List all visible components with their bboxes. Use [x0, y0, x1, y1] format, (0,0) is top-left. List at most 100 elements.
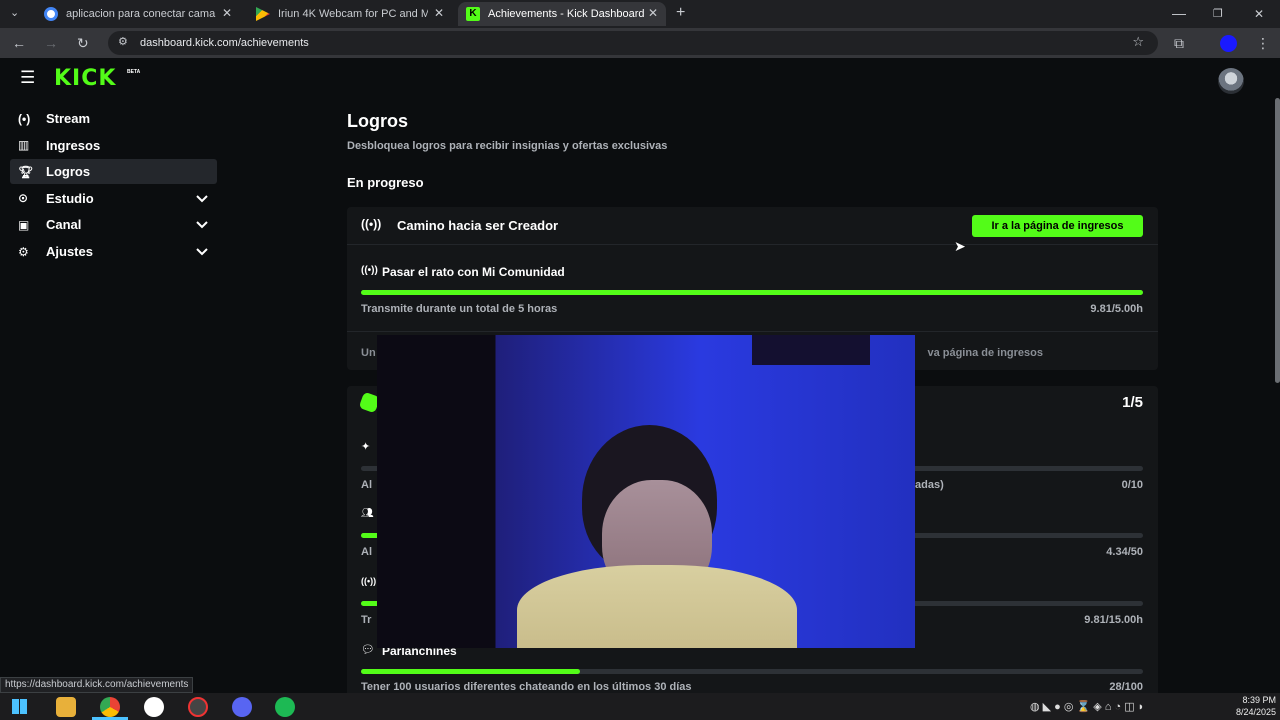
row-value: 28/100	[1109, 681, 1143, 693]
sidebar-item-label: Ajustes	[46, 244, 93, 259]
browser-tab-2[interactable]: Iriun 4K Webcam for PC and Ma ✕	[248, 2, 452, 26]
page-title: Logros	[347, 111, 408, 131]
divider	[347, 331, 1158, 332]
back-icon[interactable]: ←	[12, 34, 26, 52]
sidebar-item-ingresos[interactable]: ▥ Ingresos	[10, 133, 217, 158]
achievement-count: 1/5	[1122, 394, 1143, 411]
sidebar-item-label: Stream	[46, 111, 91, 126]
browser-tab-1[interactable]: aplicacion para conectar camar ✕	[36, 2, 240, 26]
chevron-down-icon[interactable]	[195, 244, 209, 261]
play-store-icon	[256, 7, 270, 21]
row-description: Al	[361, 479, 372, 491]
chat-icon: 💬︎	[361, 644, 375, 656]
close-icon[interactable]: ✕	[222, 6, 232, 20]
row-progress-bar	[361, 669, 1143, 674]
trophy-icon: 🏆︎	[18, 164, 34, 179]
task-description: Transmite durante un total de 5 horas	[361, 303, 558, 315]
new-tab-icon[interactable]: +	[676, 4, 685, 22]
browser-tab-bar: ⌄ aplicacion para conectar camar ✕ Iriun…	[0, 0, 1280, 28]
spotify-icon[interactable]	[275, 697, 295, 717]
bookmark-star-icon[interactable]: ☆	[1132, 34, 1144, 50]
site-info-icon[interactable]: ⚙	[118, 35, 128, 48]
user-avatar[interactable]	[1218, 68, 1244, 94]
window-close-icon[interactable]: ✕	[1254, 5, 1264, 23]
minimize-icon[interactable]: —	[1172, 4, 1186, 22]
tray-icons[interactable]: ◍ ◣ ● ◎ ⌛ ◈ ⌂ ◔ ◫ ◗	[1030, 700, 1144, 713]
beta-badge: BETA	[127, 69, 141, 75]
task-title: Pasar el rato con Mi Comunidad	[382, 265, 565, 279]
browser-tab-3-active[interactable]: K Achievements - Kick Dashboard ✕	[458, 2, 666, 26]
chart-icon: ▥	[18, 138, 30, 153]
taskbar-date[interactable]: 8/24/2025	[1216, 707, 1276, 717]
mouse-cursor-icon: ➤	[954, 238, 966, 254]
discord-icon[interactable]	[232, 697, 252, 717]
users-icon: 👥︎	[361, 508, 374, 519]
taskbar-time[interactable]: 8:39 PM	[1216, 695, 1276, 705]
go-to-income-button[interactable]: Ir a la página de ingresos	[972, 215, 1143, 237]
kick-logo[interactable]: KICK	[54, 66, 116, 91]
restore-icon[interactable]: ❐	[1213, 5, 1223, 23]
studio-icon: ⊙	[18, 191, 29, 206]
page-subtitle: Desbloquea logros para recibir insignias…	[347, 140, 668, 152]
card-title: Camino hacia ser Creador	[397, 218, 559, 233]
google-icon	[44, 7, 58, 21]
sidebar-item-logros[interactable]: 🏆︎ Logros	[10, 159, 217, 185]
url-text: dashboard.kick.com/achievements	[140, 37, 309, 49]
row-value: 0/10	[1121, 479, 1143, 491]
section-title: En progreso	[347, 175, 424, 190]
os-taskbar: ◍ ◣ ● ◎ ⌛ ◈ ⌂ ◔ ◫ ◗ 8:39 PM 8/24/2025	[0, 693, 1280, 720]
sidebar-item-stream[interactable]: (•) Stream	[10, 106, 217, 131]
windows-start-icon[interactable]	[12, 699, 27, 714]
card-footer-right: va página de ingresos	[927, 347, 1043, 359]
tab-title: aplicacion para conectar camar	[66, 8, 216, 20]
webcam-shirt	[517, 565, 797, 648]
file-explorer-icon[interactable]	[56, 697, 76, 717]
reload-icon[interactable]: ↻	[77, 34, 89, 52]
close-icon[interactable]: ✕	[648, 6, 658, 20]
sidebar-item-ajustes[interactable]: ⚙ Ajustes	[10, 239, 217, 264]
gear-icon: ⚙	[18, 244, 29, 259]
clock-app-icon[interactable]	[144, 697, 164, 717]
row-description: Al	[361, 546, 372, 558]
kick-icon: K	[466, 7, 480, 21]
sidebar-item-label: Estudio	[46, 190, 94, 206]
tab-title: Iriun 4K Webcam for PC and Ma	[278, 8, 428, 20]
page-scrollbar[interactable]	[1275, 98, 1280, 383]
broadcast-icon: ((•))	[361, 265, 378, 276]
close-icon[interactable]: ✕	[434, 6, 444, 20]
task-value: 9.81/5.00h	[1090, 303, 1143, 315]
divider	[347, 244, 1158, 245]
status-url-tooltip: https://dashboard.kick.com/achievements	[0, 677, 194, 693]
task-progress-bar	[361, 290, 1143, 295]
sidebar-item-canal[interactable]: ▣ Canal	[10, 212, 217, 237]
broadcast-icon: ((•))	[361, 576, 377, 586]
row-description: Tr	[361, 614, 372, 626]
row-description: Tener 100 usuarios diferentes chateando …	[361, 681, 692, 693]
app-icon[interactable]	[188, 697, 208, 717]
progress-fill	[361, 290, 1143, 295]
webcam-frame-decor	[752, 335, 870, 365]
kick-dashboard: ☰ KICK BETA (•) Stream ▥ Ingresos 🏆︎ Logros ⊙ E…	[0, 58, 1280, 706]
sidebar-item-label: Logros	[46, 164, 91, 180]
progress-fill	[361, 669, 580, 674]
menu-dots-icon[interactable]: ⋮	[1256, 34, 1270, 52]
sidebar-item-label: Ingresos	[46, 137, 101, 153]
row-value: 4.34/50	[1106, 546, 1143, 558]
broadcast-icon: ((•))	[361, 217, 382, 231]
browser-toolbar: ← → ↻ ⚙ dashboard.kick.com/achievements …	[0, 28, 1280, 58]
row-value: 9.81/15.00h	[1084, 614, 1143, 626]
sidebar-item-estudio[interactable]: ⊙ Estudio	[10, 186, 217, 211]
sidebar-item-label: Canal	[46, 217, 82, 233]
sparkle-icon: ✦	[361, 441, 371, 453]
chrome-icon[interactable]	[100, 697, 120, 717]
chevron-down-icon[interactable]	[195, 217, 209, 234]
hamburger-menu-icon[interactable]: ☰	[20, 69, 35, 86]
card-footer-left: Un	[361, 347, 376, 359]
profile-avatar-icon[interactable]	[1220, 35, 1237, 52]
channel-icon: ▣	[18, 217, 30, 232]
tab-search-icon[interactable]: ⌄	[10, 4, 19, 22]
forward-icon[interactable]: →	[44, 34, 58, 52]
chevron-down-icon[interactable]	[195, 191, 209, 208]
address-bar[interactable]: ⚙ dashboard.kick.com/achievements ☆	[108, 31, 1158, 55]
extensions-icon[interactable]: ⧉	[1174, 34, 1184, 52]
